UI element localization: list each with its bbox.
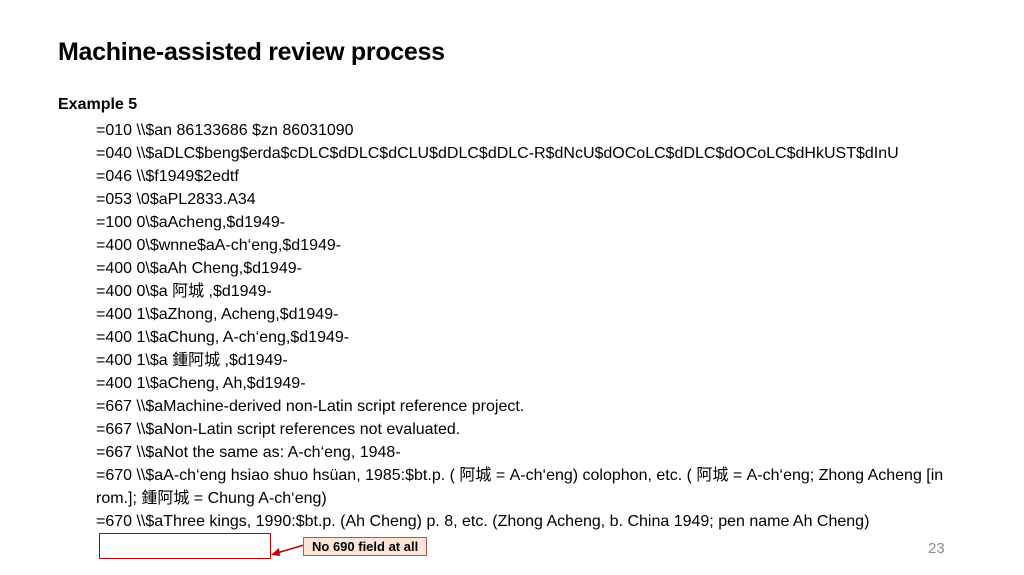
slide-title: Machine-assisted review process (58, 38, 445, 66)
marc-field-010: =010 \\$an 86133686 $zn 86031090 (96, 122, 354, 139)
marc-field-053: =053 \0$aPL2833.A34 (96, 191, 256, 208)
marc-field-400: =400 1\$aChung, A-ch‘eng,$d1949- (96, 329, 350, 346)
marc-field-400: =400 0\$wnne$aA-ch‘eng,$d1949- (96, 237, 342, 254)
marc-field-400: =400 1\$aZhong, Acheng,$d1949- (96, 306, 339, 323)
marc-field-400: =400 1\$aCheng, Ah,$d1949- (96, 375, 306, 392)
callout-arrow (271, 544, 305, 556)
missing-field-box (99, 533, 271, 559)
marc-field-670: =670 \\$aThree kings, 1990:$bt.p. (Ah Ch… (96, 513, 870, 530)
marc-field-400: =400 0\$a 阿城 ,$d1949- (96, 283, 272, 300)
marc-field-046: =046 \\$f1949$2edtf (96, 168, 239, 185)
marc-field-667: =667 \\$aNot the same as: A-ch‘eng, 1948… (96, 444, 401, 461)
callout-label: No 690 field at all (303, 537, 428, 556)
marc-record: =010 \\$an 86133686 $zn 86031090 =040 \\… (96, 119, 966, 533)
marc-field-040: =040 \\$aDLC$beng$erda$cDLC$dDLC$dCLU$dD… (96, 145, 899, 162)
example-label: Example 5 (58, 96, 138, 113)
page-number: 23 (928, 540, 945, 557)
marc-field-100: =100 0\$aAcheng,$d1949- (96, 214, 286, 231)
marc-field-667: =667 \\$aMachine-derived non-Latin scrip… (96, 398, 525, 415)
marc-field-400: =400 1\$a 鍾阿城 ,$d1949- (96, 352, 288, 369)
marc-field-670: =670 \\$aA-ch‘eng hsiao shuo hsüan, 1985… (96, 467, 944, 507)
marc-field-400: =400 0\$aAh Cheng,$d1949- (96, 260, 302, 277)
marc-field-667: =667 \\$aNon-Latin script references not… (96, 421, 461, 438)
